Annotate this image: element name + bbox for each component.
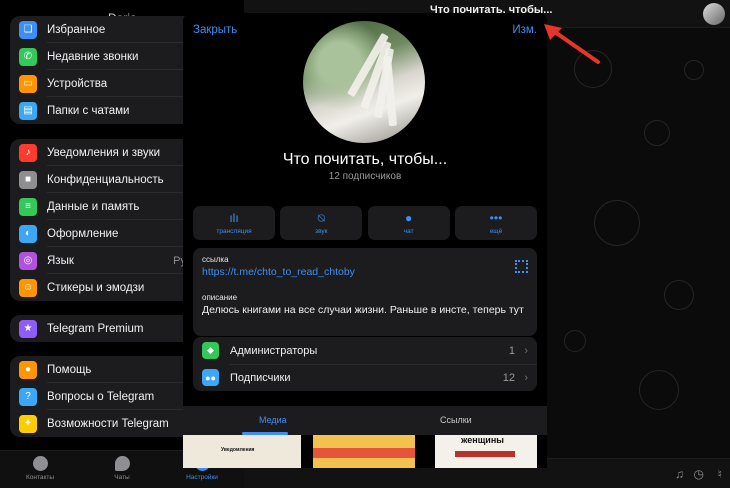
channel-photo[interactable] — [303, 21, 425, 143]
channel-name: Что почитать, чтобы... — [282, 151, 448, 168]
shield-icon: ◆ — [202, 342, 219, 359]
background-doodle — [639, 370, 679, 410]
administrators-label: Администраторы — [230, 344, 318, 357]
media-thumbnail[interactable] — [313, 435, 415, 468]
mute-button[interactable]: ⍉ звук — [280, 206, 363, 240]
media-thumbnail[interactable]: женщины — [435, 435, 537, 468]
background-doodle — [684, 60, 704, 80]
lightbulb-icon: ✦ — [19, 414, 37, 433]
phone-icon: ✆ — [19, 47, 37, 66]
sidebar-item-label: Данные и память — [47, 200, 140, 213]
sidebar-item-label: Стикеры и эмодзи — [47, 281, 145, 294]
members-card: ◆ Администраторы 1 › ●● Подписчики 12 › — [193, 337, 537, 391]
subscriber-count: 12 подписчиков — [328, 171, 402, 182]
background-doodle — [564, 330, 586, 352]
sidebar-item-label: Помощь — [47, 363, 92, 376]
action-label: ещё — [489, 227, 503, 235]
channel-description: Делюсь книгами на все случаи жизни. Рань… — [202, 304, 524, 316]
broadcast-icon: ılı — [229, 210, 239, 225]
red-stripe — [455, 451, 515, 457]
description-label: описание — [202, 293, 238, 302]
bell-icon[interactable]: ♫ — [675, 467, 684, 481]
tab-contacts[interactable]: Контакты — [10, 456, 70, 481]
sidebar-item-label: Оформление — [47, 227, 119, 240]
sidebar-item-label: Конфиденциальность — [47, 173, 164, 186]
clock-icon[interactable]: ◷ — [694, 467, 704, 481]
thumbnail-text: женщины — [461, 435, 504, 445]
lock-icon: ■ — [19, 170, 37, 189]
data-icon: ≡ — [19, 197, 37, 216]
sidebar-item-label: Вопросы о Telegram — [47, 390, 155, 403]
tab-media[interactable]: Медиа — [259, 415, 287, 425]
close-button[interactable]: Закрыть — [193, 24, 237, 36]
edit-button[interactable]: Изм. — [512, 24, 537, 36]
sidebar-item-label: Недавние звонки — [47, 50, 139, 63]
appearance-icon: ◐ — [19, 224, 37, 243]
media-thumbnail[interactable]: Уведомления — [183, 435, 301, 468]
background-doodle — [644, 120, 670, 146]
channel-action-buttons: ılı трансляция ⍉ звук ● чат ••• ещё — [193, 206, 537, 240]
devices-icon: ▭ — [19, 74, 37, 93]
thumbnail-text: Уведомления — [221, 447, 255, 453]
link-label: ссылка — [202, 255, 229, 264]
sidebar-item-label: Избранное — [47, 23, 106, 36]
star-icon: ★ — [19, 319, 37, 338]
chat-button[interactable]: ● чат — [367, 206, 450, 240]
bookmark-icon: ❏ — [19, 20, 37, 39]
qr-code-icon[interactable] — [515, 260, 528, 273]
help-icon: ● — [19, 360, 37, 379]
microphone-icon[interactable]: ♮ — [718, 467, 722, 481]
subscribers-label: Подписчики — [230, 371, 291, 384]
tab-chats[interactable]: Чаты — [92, 456, 152, 481]
sidebar-item-label: Telegram Premium — [47, 322, 144, 335]
administrators-row[interactable]: ◆ Администраторы 1 › — [193, 337, 537, 364]
globe-icon: ◎ — [19, 251, 37, 270]
action-label: трансляция — [216, 227, 252, 235]
book-page-graphic — [382, 55, 398, 127]
chevron-right-icon: › — [524, 344, 528, 357]
sidebar-item-label: Устройства — [47, 77, 108, 90]
person-icon — [32, 456, 48, 471]
background-doodle — [664, 280, 694, 310]
sidebar-item-label: Уведомления и звуки — [47, 146, 161, 159]
sidebar-item-label: Папки с чатами — [47, 104, 130, 117]
folder-icon: ▤ — [19, 101, 37, 120]
tab-label: Настройки — [186, 474, 218, 481]
tab-links[interactable]: Ссылки — [440, 415, 472, 425]
channel-avatar[interactable] — [703, 3, 725, 25]
more-icon: ••• — [489, 210, 503, 225]
tab-label: Чаты — [114, 474, 130, 481]
mute-icon: ⍉ — [317, 210, 325, 225]
broadcast-button[interactable]: ılı трансляция — [193, 206, 275, 240]
sidebar-item-label: Язык — [47, 254, 74, 267]
subscribers-count: 12 — [502, 371, 515, 384]
action-label: чат — [403, 227, 414, 235]
tab-label: Контакты — [25, 474, 55, 481]
media-tabs: Медиа Ссылки — [183, 406, 547, 435]
more-button[interactable]: ••• ещё — [454, 206, 537, 240]
annotation-arrow — [544, 24, 600, 64]
chat-bubbles-icon — [114, 456, 130, 471]
sticker-icon: ☺ — [19, 278, 37, 297]
media-grid: Уведомления женщины — [183, 435, 547, 468]
channel-info-modal: Закрыть Изм. Что почитать, чтобы... 12 п… — [183, 13, 547, 468]
background-doodle — [594, 200, 640, 246]
sidebar-item-label: Возможности Telegram — [47, 417, 169, 430]
action-label: звук — [315, 227, 328, 235]
question-icon: ? — [19, 387, 37, 406]
channel-link[interactable]: https://t.me/chto_to_read_chtoby — [202, 266, 355, 278]
chat-bubble-icon: ● — [405, 210, 413, 225]
people-icon: ●● — [202, 369, 219, 386]
bell-icon: ♪ — [19, 143, 37, 162]
channel-info-card: ссылка https://t.me/chto_to_read_chtoby … — [193, 248, 537, 336]
chevron-right-icon: › — [524, 371, 528, 384]
administrators-count: 1 — [508, 344, 515, 357]
subscribers-row[interactable]: ●● Подписчики 12 › — [193, 364, 537, 391]
